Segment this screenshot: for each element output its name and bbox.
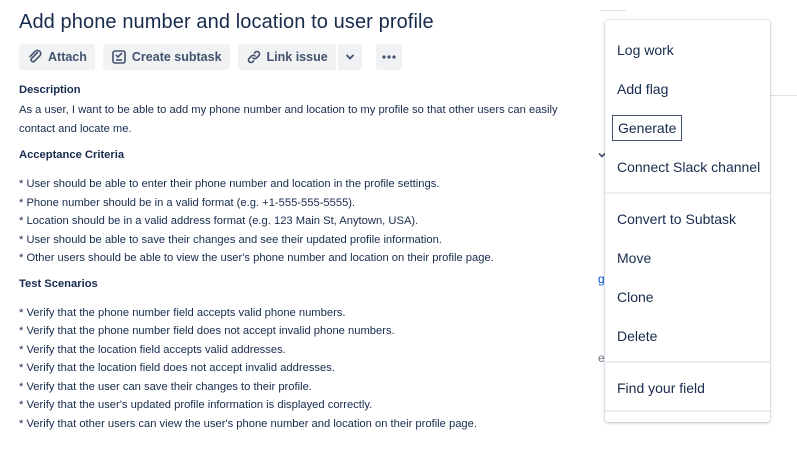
create-subtask-label: Create subtask [131,50,222,64]
more-dots-icon [382,55,396,59]
link-issue-label: Link issue [266,50,328,64]
list-item: * Verify that the user can save their ch… [19,380,312,393]
attach-button[interactable]: Attach [19,44,95,70]
menu-item-find-your-field[interactable]: Find your field [617,380,705,396]
attach-label: Attach [48,50,87,64]
acceptance-criteria-heading: Acceptance Criteria [19,149,125,161]
subtask-icon [112,50,126,64]
link-issue-button[interactable]: Link issue [237,44,336,70]
background-divider [770,95,797,96]
menu-item-delete[interactable]: Delete [617,328,657,344]
menu-item-connect-slack-channel[interactable]: Connect Slack channel [617,159,760,175]
background-text-fragment: e [598,351,605,365]
menu-item-clone[interactable]: Clone [617,289,654,305]
create-subtask-button[interactable]: Create subtask [102,44,230,70]
list-item: * User should be able to enter their pho… [19,178,440,190]
link-issue-dropdown-button[interactable] [337,44,362,70]
menu-divider [605,192,770,194]
menu-item-log-work[interactable]: Log work [617,42,674,58]
menu-item-add-flag[interactable]: Add flag [617,81,668,97]
test-scenarios-list: * Verify that the phone number field acc… [19,304,564,434]
paperclip-icon [29,49,42,63]
list-item: * Verify that other users can view the u… [19,417,477,430]
issue-toolbar: Attach Create subtask Link issue [19,44,410,70]
list-item: * Verify that the location field does no… [19,362,335,374]
more-actions-button[interactable] [375,44,402,70]
list-item: * Verify that the phone number field acc… [19,306,346,319]
acceptance-criteria-list: * User should be able to enter their pho… [19,175,564,268]
list-item: * Verify that the location field accepts… [19,343,286,356]
list-item: * Location should be in a valid address … [19,215,419,227]
menu-divider [605,410,770,412]
menu-item-convert-to-subtask[interactable]: Convert to Subtask [617,211,736,227]
issue-view: Add phone number and location to user pr… [0,0,797,450]
link-icon [247,50,260,64]
chevron-down-icon [345,54,354,60]
test-scenarios-heading: Test Scenarios [19,277,98,290]
list-item: * User should be able to save their chan… [19,233,442,246]
description-heading: Description [19,84,81,96]
description-text: As a user, I want to be able to add my p… [19,104,558,135]
description-body[interactable]: Description As a user, I want to be able… [19,84,564,433]
list-item: * Verify that the phone number field doe… [19,325,395,337]
menu-item-generate[interactable]: Generate [612,115,683,141]
list-item: * Verify that the user's updated profile… [19,399,373,411]
list-item: * Other users should be able to view the… [19,252,494,264]
background-link-fragment: g [598,272,605,286]
background-divider [600,10,626,11]
issue-title[interactable]: Add phone number and location to user pr… [19,11,434,34]
more-actions-dropdown: Log work Add flag Generate Connect Slack… [605,20,770,422]
list-item: * Phone number should be in a valid form… [19,196,356,209]
menu-divider [605,361,770,363]
menu-item-move[interactable]: Move [617,250,651,266]
